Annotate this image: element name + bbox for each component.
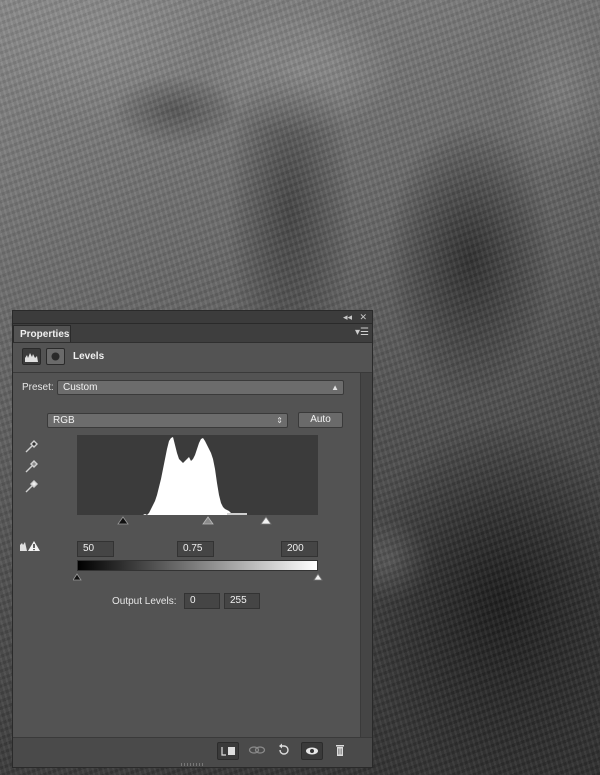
output-levels-gradient: [77, 560, 318, 571]
adjustment-title: Levels: [73, 351, 105, 362]
preset-dropdown[interactable]: Custom ▲: [57, 380, 344, 395]
chevron-updown-icon: ▲: [331, 383, 339, 392]
reset-icon[interactable]: [273, 742, 295, 760]
view-previous-state-icon[interactable]: [246, 742, 268, 760]
output-black-field[interactable]: 0: [184, 593, 220, 609]
channel-dropdown[interactable]: RGB ⇕: [47, 413, 288, 428]
channel-value: RGB: [53, 415, 75, 426]
output-levels-label: Output Levels:: [112, 596, 177, 607]
properties-panel: ◂◂ ✕ Properties ▾☰ Levels Preset: Custom…: [12, 310, 373, 768]
input-black-field[interactable]: 50: [77, 541, 114, 557]
input-midtone-field[interactable]: 0.75: [177, 541, 214, 557]
output-white-handle: [313, 573, 323, 581]
double-chevron-icon[interactable]: ◂◂: [343, 311, 352, 323]
levels-icon[interactable]: [22, 348, 41, 365]
tab-properties[interactable]: Properties: [13, 325, 71, 342]
tab-bar: Properties ▾☰: [13, 324, 372, 343]
panel-scrollbar[interactable]: [360, 373, 372, 738]
clip-to-layer-icon[interactable]: [217, 742, 239, 760]
preset-value: Custom: [63, 382, 98, 393]
output-white-field[interactable]: 255: [224, 593, 260, 609]
levels-controls: Preset: Custom ▲ RGB ⇕ Auto 50 0.75 200 …: [13, 373, 361, 738]
auto-button[interactable]: Auto: [298, 412, 343, 428]
gray-eyedropper-icon[interactable]: [25, 459, 39, 473]
black-eyedropper-icon[interactable]: [25, 439, 39, 453]
black-point-handle: [117, 516, 129, 525]
preset-label: Preset:: [22, 382, 54, 393]
output-black-handle: [72, 573, 82, 581]
close-icon[interactable]: ✕: [359, 311, 367, 323]
clipping-warning-icon[interactable]: [19, 539, 41, 553]
input-white-field[interactable]: 200: [281, 541, 318, 557]
histogram-shape: [147, 437, 235, 515]
eye-icon[interactable]: [301, 742, 323, 760]
white-eyedropper-icon[interactable]: [25, 479, 39, 493]
chevron-updown-icon: ⇕: [276, 416, 283, 425]
white-point-handle: [260, 516, 272, 525]
trash-icon[interactable]: [329, 742, 351, 760]
panel-menu-icon[interactable]: ▾☰: [355, 327, 369, 339]
histogram: [77, 435, 318, 515]
adjustment-header: Levels: [13, 342, 372, 373]
mask-icon[interactable]: [46, 348, 65, 365]
resize-grip[interactable]: [181, 763, 203, 766]
output-levels-slider: [72, 571, 323, 581]
midtone-handle: [202, 516, 214, 525]
input-levels-slider: [77, 515, 318, 525]
panel-topbar: ◂◂ ✕: [13, 311, 372, 324]
panel-bottom-bar: [13, 737, 372, 767]
